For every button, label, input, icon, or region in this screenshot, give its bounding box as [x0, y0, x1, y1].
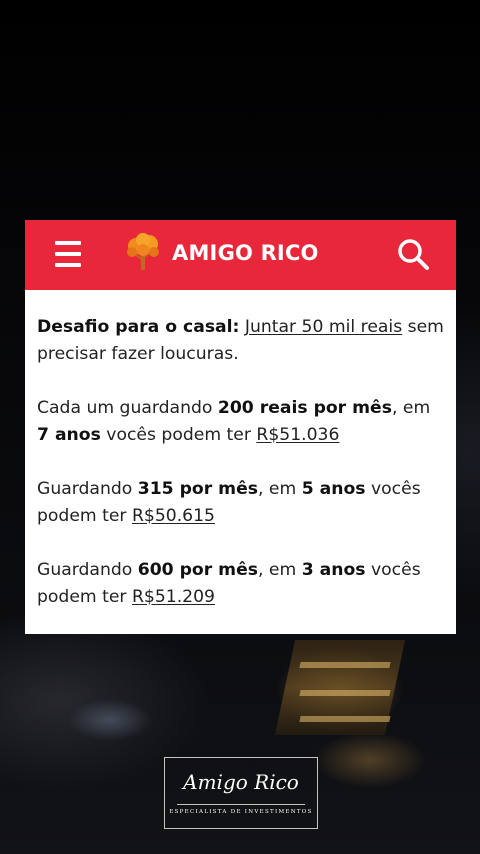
scenario-period: 7 anos: [37, 425, 101, 445]
hamburger-menu-icon[interactable]: [55, 241, 81, 267]
scenario-paragraph: Guardando 315 por mês, em 5 anos vocês p…: [37, 476, 447, 530]
scenario-text: , em: [257, 560, 302, 580]
deck-light: [299, 716, 391, 722]
search-icon[interactable]: [395, 236, 431, 272]
watermark-logo: Amigo Rico ESPECIALISTA DE INVESTIMENTOS: [164, 757, 318, 829]
scenario-text: , em: [257, 479, 302, 499]
scenario-text: Cada um guardando: [37, 398, 218, 418]
scenario-period: 5 anos: [301, 479, 366, 499]
goal-link[interactable]: Juntar 50 mil reais: [245, 317, 402, 337]
scenario-result-link[interactable]: R$50.615: [132, 506, 215, 526]
watermark-divider: [177, 804, 305, 805]
scenario-amount: 315 por mês: [137, 479, 258, 499]
scenario-amount: 200 reais por mês: [217, 398, 392, 418]
watermark-subtitle: ESPECIALISTA DE INVESTIMENTOS: [169, 809, 313, 815]
post-content: Desafio para o casal: Juntar 50 mil reai…: [25, 290, 456, 634]
intro-paragraph: Desafio para o casal: Juntar 50 mil reai…: [37, 314, 447, 368]
money-tree-icon: [127, 233, 159, 270]
intro-lead: Desafio para o casal:: [37, 317, 240, 337]
brand-name[interactable]: AMIGO RICO: [172, 241, 319, 265]
scenario-result-link[interactable]: R$51.209: [132, 587, 215, 607]
scenario-text: Guardando: [37, 560, 138, 580]
scenario-result-link[interactable]: R$51.036: [256, 425, 339, 445]
scenario-amount: 600 por mês: [137, 560, 258, 580]
deck-light: [299, 690, 391, 696]
site-header: AMIGO RICO: [25, 220, 456, 290]
watermark-signature: Amigo Rico: [183, 770, 299, 794]
deck-light: [299, 662, 391, 668]
scenario-text: , em: [391, 398, 431, 418]
scenario-text: Guardando: [37, 479, 138, 499]
scenario-paragraph: Guardando 600 por mês, em 3 anos vocês p…: [37, 557, 447, 611]
scenario-text: vocês podem ter: [100, 425, 257, 445]
scenario-period: 3 anos: [301, 560, 366, 580]
scenario-paragraph: Cada um guardando 200 reais por mês, em …: [37, 395, 447, 449]
